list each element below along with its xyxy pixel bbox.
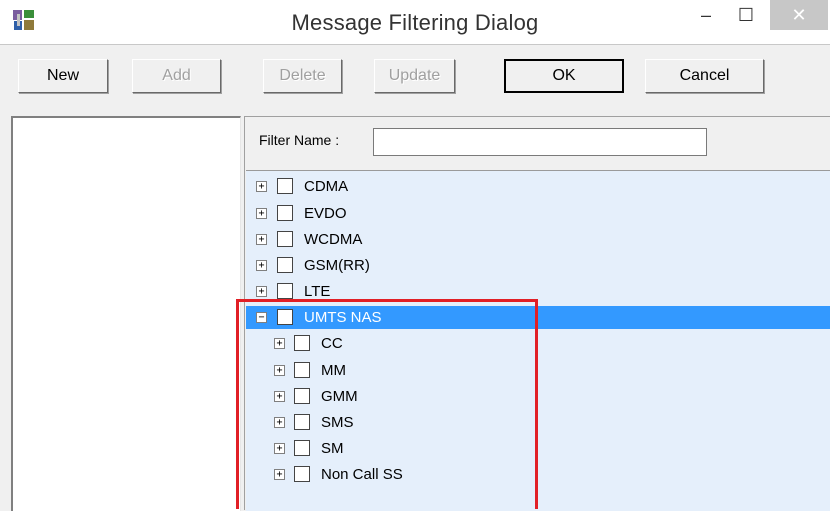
toolbar: New Add Delete Update OK Cancel (0, 45, 830, 105)
tree-item-label: GSM(RR) (304, 257, 370, 274)
delete-button[interactable]: Delete (263, 59, 342, 93)
minimize-button[interactable]: – (686, 0, 726, 30)
tree-checkbox[interactable] (277, 283, 293, 299)
close-button[interactable]: ✕ (770, 0, 828, 30)
tree-item-evdo[interactable]: + EVDO (246, 202, 830, 225)
tree-item-wcdma[interactable]: + WCDMA (246, 228, 830, 251)
expand-icon[interactable]: + (256, 208, 267, 219)
tree-item-cdma[interactable]: + CDMA (246, 175, 830, 198)
filter-name-label: Filter Name : (259, 132, 340, 148)
add-button[interactable]: Add (132, 59, 221, 93)
update-button[interactable]: Update (374, 59, 455, 93)
filter-name-input[interactable] (373, 128, 707, 156)
tree-item-label: EVDO (304, 205, 347, 222)
tree-checkbox[interactable] (277, 205, 293, 221)
new-button[interactable]: New (18, 59, 108, 93)
ok-button[interactable]: OK (504, 59, 624, 93)
tree-checkbox[interactable] (277, 257, 293, 273)
filter-list-panel[interactable] (11, 116, 241, 511)
tree-item-label: LTE (304, 283, 331, 300)
expand-icon[interactable]: + (256, 260, 267, 271)
tree-checkbox[interactable] (277, 178, 293, 194)
expand-icon[interactable]: + (256, 234, 267, 245)
maximize-button[interactable]: ☐ (726, 0, 766, 30)
cancel-button[interactable]: Cancel (645, 59, 764, 93)
tree-item-gsm-rr[interactable]: + GSM(RR) (246, 254, 830, 277)
tree-item-label: CDMA (304, 178, 349, 195)
tree-checkbox[interactable] (277, 231, 293, 247)
annotation-highlight-box (236, 299, 538, 509)
title-bar: Message Filtering Dialog – ☐ ✕ (0, 0, 830, 45)
tree-item-label: WCDMA (304, 231, 363, 248)
expand-icon[interactable]: + (256, 286, 267, 297)
expand-icon[interactable]: + (256, 181, 267, 192)
